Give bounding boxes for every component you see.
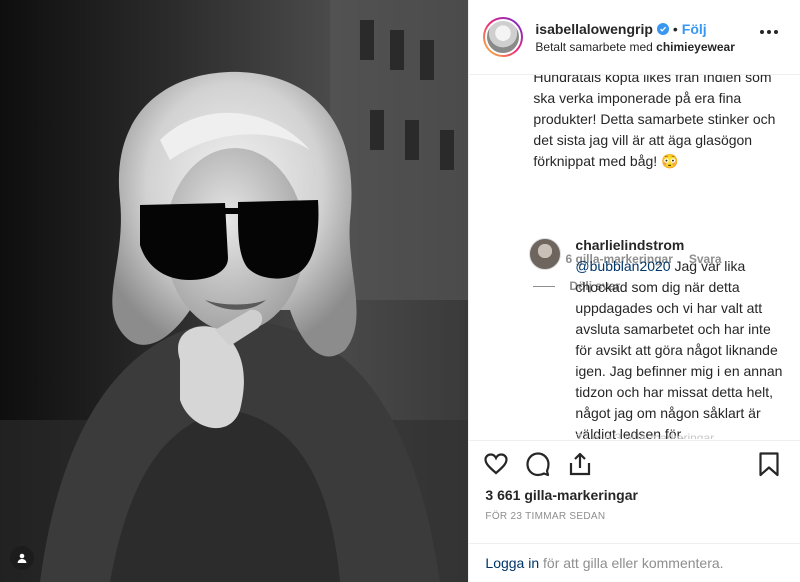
- instagram-post: isabellalowengrip • Följ Betalt samarbet…: [0, 0, 800, 582]
- reply-comment: charlielindstrom @bubblan2020 Jag var li…: [575, 235, 785, 439]
- post-timestamp[interactable]: FÖR 23 TIMMAR SEDAN: [485, 511, 605, 522]
- more-icon-dot: [774, 30, 778, 34]
- author-username[interactable]: isabellalowengrip: [535, 21, 652, 37]
- paid-partnership-label: Betalt samarbete med chimieyewear: [535, 40, 734, 54]
- post-actions: 3 661 gilla-markeringar FÖR 23 TIMMAR SE…: [469, 440, 800, 581]
- post-photo[interactable]: [0, 0, 469, 582]
- woman-sunglasses-photo: [0, 0, 469, 582]
- login-prompt: Logga in för att gilla eller kommentera.: [469, 543, 800, 582]
- user-tag-button[interactable]: [10, 546, 34, 570]
- post-sidebar: isabellalowengrip • Följ Betalt samarbet…: [468, 0, 800, 582]
- reply-username[interactable]: charlielindstrom: [575, 235, 785, 256]
- author-info: isabellalowengrip • Följ Betalt samarbet…: [535, 21, 734, 54]
- paid-partnership-prefix: Betalt samarbete med: [535, 39, 653, 54]
- user-tag-icon: [17, 553, 27, 563]
- follow-button[interactable]: Följ: [682, 21, 707, 37]
- login-link[interactable]: Logga in: [485, 555, 539, 571]
- partner-link[interactable]: chimieyewear: [656, 40, 735, 54]
- login-prompt-text: för att gilla eller kommentera.: [539, 555, 724, 571]
- comments-list[interactable]: Hundratals köpta likes från Indien som s…: [469, 75, 800, 439]
- heart-icon[interactable]: [483, 451, 509, 477]
- share-icon[interactable]: [567, 451, 593, 477]
- author-avatar[interactable]: [483, 17, 524, 57]
- replies-divider: [533, 285, 556, 287]
- more-icon-dot: [767, 30, 771, 34]
- like-count[interactable]: 3 661 gilla-markeringar: [485, 487, 638, 503]
- reply-body: @bubblan2020 Jag var lika chockad som di…: [575, 256, 785, 439]
- bookmark-icon[interactable]: [756, 451, 782, 477]
- separator-dot: •: [672, 20, 678, 37]
- more-icon: [760, 30, 764, 34]
- comment-text: Hundratals köpta likes från Indien som s…: [533, 75, 776, 169]
- reply-meta-faded: 22 min 3 gilla-markeringar: [575, 431, 715, 439]
- post-header: isabellalowengrip • Följ Betalt samarbet…: [469, 0, 800, 75]
- reply-text: Jag var lika chockad som dig när detta u…: [575, 258, 783, 439]
- verified-badge-icon: [656, 22, 669, 35]
- more-options-button[interactable]: [760, 30, 778, 34]
- comment-icon[interactable]: [525, 451, 551, 477]
- action-icons: [483, 451, 593, 477]
- reply-mention[interactable]: @bubblan2020: [575, 258, 670, 274]
